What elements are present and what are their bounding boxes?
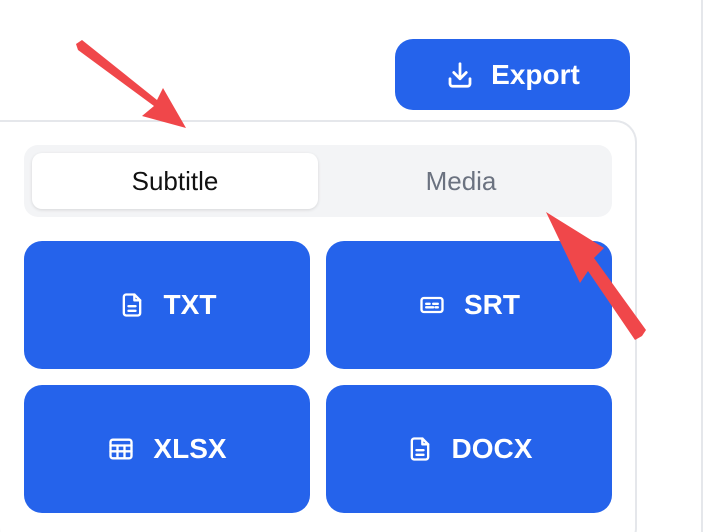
- tab-subtitle-label: Subtitle: [131, 165, 219, 196]
- export-docx-label: DOCX: [451, 433, 533, 464]
- document-icon: [118, 291, 146, 319]
- export-panel-screen: Export Subtitle Media TXT SRT XLSX DOCX: [0, 0, 710, 532]
- captions-icon: [418, 291, 446, 319]
- document-icon: [406, 435, 434, 463]
- export-docx-button[interactable]: DOCX: [326, 385, 612, 513]
- tab-media-label: Media: [425, 165, 497, 196]
- table-icon: [107, 435, 135, 463]
- export-txt-label: TXT: [163, 289, 217, 320]
- annotation-arrow-left: [76, 40, 186, 128]
- tab-subtitle[interactable]: Subtitle: [32, 153, 318, 209]
- export-xlsx-button[interactable]: XLSX: [24, 385, 310, 513]
- export-txt-button[interactable]: TXT: [24, 241, 310, 369]
- export-xlsx-label: XLSX: [153, 433, 227, 464]
- export-button[interactable]: Export: [395, 39, 630, 110]
- export-srt-label: SRT: [464, 289, 520, 320]
- export-button-label: Export: [491, 58, 580, 90]
- tab-media[interactable]: Media: [318, 153, 604, 209]
- right-divider: [701, 0, 703, 532]
- export-srt-button[interactable]: SRT: [326, 241, 612, 369]
- download-icon: [445, 60, 475, 90]
- format-tab-switcher: Subtitle Media: [24, 145, 612, 217]
